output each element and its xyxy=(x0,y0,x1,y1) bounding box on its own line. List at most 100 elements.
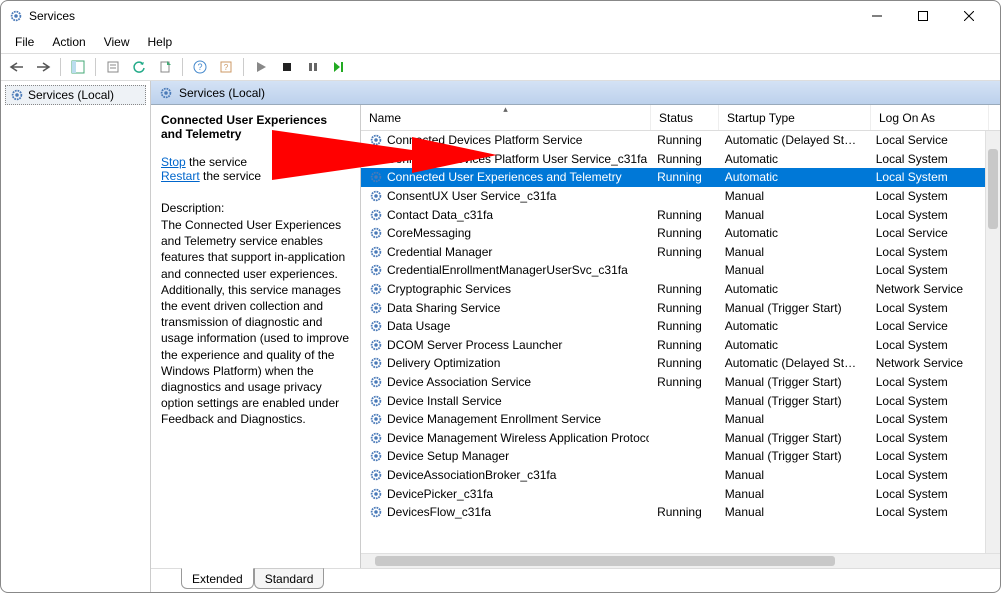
tab-standard[interactable]: Standard xyxy=(254,568,325,589)
restart-link[interactable]: Restart xyxy=(161,169,200,183)
cell-startup: Manual (Trigger Start) xyxy=(717,301,868,315)
cell-startup: Automatic xyxy=(717,152,868,166)
refresh-button[interactable] xyxy=(127,56,151,78)
maximize-button[interactable] xyxy=(900,1,946,31)
cell-status: Running xyxy=(649,319,717,333)
cell-status: Running xyxy=(649,152,717,166)
minimize-button[interactable] xyxy=(854,1,900,31)
cell-logon: Local System xyxy=(868,189,985,203)
cell-name: Data Sharing Service xyxy=(361,301,649,315)
show-hide-tree-button[interactable] xyxy=(66,56,90,78)
main-header: Services (Local) xyxy=(151,81,1000,105)
list-header: Name ▴ Status Startup Type Log On As xyxy=(361,105,1000,131)
service-row[interactable]: Device Management Enrollment ServiceManu… xyxy=(361,410,985,429)
horizontal-scrollbar[interactable] xyxy=(361,553,1000,568)
cell-logon: Local Service xyxy=(868,133,985,147)
column-logon[interactable]: Log On As xyxy=(871,105,989,130)
service-row[interactable]: Credential ManagerRunningManualLocal Sys… xyxy=(361,243,985,262)
service-name-text: ConsentUX User Service_c31fa xyxy=(387,189,556,203)
service-row[interactable]: DevicePicker_c31faManualLocal System xyxy=(361,484,985,503)
service-row[interactable]: Cryptographic ServicesRunningAutomaticNe… xyxy=(361,280,985,299)
export-button[interactable] xyxy=(153,56,177,78)
svg-text:?: ? xyxy=(224,63,229,72)
cell-name: Connected Devices Platform User Service_… xyxy=(361,152,649,166)
service-row[interactable]: Data Sharing ServiceRunningManual (Trigg… xyxy=(361,298,985,317)
stop-line: Stop the service xyxy=(161,155,350,169)
forward-button[interactable] xyxy=(31,56,55,78)
service-name-text: Connected Devices Platform Service xyxy=(387,133,582,147)
detail-pane: Connected User Experiences and Telemetry… xyxy=(151,105,361,568)
list-rows[interactable]: Connected Devices Platform Service Runnin… xyxy=(361,131,985,553)
gear-icon xyxy=(369,133,383,147)
scrollbar-thumb[interactable] xyxy=(988,149,998,229)
back-button[interactable] xyxy=(5,56,29,78)
menu-action[interactable]: Action xyxy=(44,33,93,51)
restart-service-button[interactable] xyxy=(327,56,351,78)
cell-logon: Local Service xyxy=(868,319,985,333)
service-row[interactable]: Delivery OptimizationRunningAutomatic (D… xyxy=(361,354,985,373)
start-service-button[interactable] xyxy=(249,56,273,78)
service-name-text: Connected Devices Platform User Service_… xyxy=(387,152,647,166)
stop-suffix: the service xyxy=(186,155,247,169)
toolbar-separator xyxy=(95,58,96,76)
properties-button[interactable] xyxy=(101,56,125,78)
cell-startup: Manual (Trigger Start) xyxy=(717,431,868,445)
service-row[interactable]: Connected Devices Platform ServiceRunnin… xyxy=(361,131,985,150)
cell-logon: Local System xyxy=(868,468,985,482)
cell-startup: Automatic xyxy=(717,338,868,352)
service-name-text: Contact Data_c31fa xyxy=(387,208,493,222)
service-row[interactable]: Device Management Wireless Application P… xyxy=(361,429,985,448)
cell-name: Device Install Service xyxy=(361,394,649,408)
column-startup[interactable]: Startup Type xyxy=(719,105,871,130)
service-row[interactable]: Contact Data_c31fa RunningManualLocal Sys… xyxy=(361,205,985,224)
stop-service-button[interactable] xyxy=(275,56,299,78)
main-body: Connected User Experiences and Telemetry… xyxy=(151,105,1000,568)
service-row[interactable]: Connected User Experiences and Telemetry… xyxy=(361,168,985,187)
cell-name: Delivery Optimization xyxy=(361,356,649,370)
menu-view[interactable]: View xyxy=(96,33,138,51)
menu-help[interactable]: Help xyxy=(140,33,181,51)
gear-icon xyxy=(369,226,383,240)
service-row[interactable]: Device Setup ManagerManual (Trigger Star… xyxy=(361,447,985,466)
service-row[interactable]: CredentialEnrollmentManagerUserSvc_c31fa… xyxy=(361,261,985,280)
service-row[interactable]: Device Association ServiceRunningManual … xyxy=(361,373,985,392)
gear-icon xyxy=(159,86,173,100)
help-topic-button[interactable]: ? xyxy=(214,56,238,78)
help-button[interactable]: ? xyxy=(188,56,212,78)
scrollbar-thumb[interactable] xyxy=(375,556,835,566)
column-status[interactable]: Status xyxy=(651,105,719,130)
menubar: File Action View Help xyxy=(1,31,1000,53)
tree-item-services-local[interactable]: Services (Local) xyxy=(5,85,146,105)
tab-extended[interactable]: Extended xyxy=(181,568,254,589)
service-row[interactable]: Device Install ServiceManual (Trigger St… xyxy=(361,391,985,410)
restart-suffix: the service xyxy=(200,169,261,183)
cell-name: ConsentUX User Service_c31fa xyxy=(361,189,649,203)
stop-link[interactable]: Stop xyxy=(161,155,186,169)
service-row[interactable]: DevicesFlow_c31faRunningManualLocal Syst… xyxy=(361,503,985,522)
cell-startup: Manual xyxy=(717,189,868,203)
cell-startup: Manual (Trigger Start) xyxy=(717,375,868,389)
vertical-scrollbar[interactable] xyxy=(985,131,1000,553)
restart-line: Restart the service xyxy=(161,169,350,183)
selected-service-name: Connected User Experiences and Telemetry xyxy=(161,113,350,141)
titlebar: Services xyxy=(1,1,1000,31)
service-row[interactable]: Connected Devices Platform User Service_… xyxy=(361,150,985,169)
service-row[interactable]: CoreMessagingRunningAutomaticLocal Servi… xyxy=(361,224,985,243)
column-name[interactable]: Name ▴ xyxy=(361,105,651,130)
cell-startup: Manual xyxy=(717,468,868,482)
toolbar: ? ? xyxy=(1,53,1000,81)
service-row[interactable]: Data UsageRunningAutomaticLocal Service xyxy=(361,317,985,336)
services-app-icon xyxy=(9,9,23,23)
service-row[interactable]: DCOM Server Process LauncherRunningAutom… xyxy=(361,336,985,355)
pause-service-button[interactable] xyxy=(301,56,325,78)
menu-file[interactable]: File xyxy=(7,33,42,51)
service-row[interactable]: DeviceAssociationBroker_c31faManualLocal… xyxy=(361,466,985,485)
cell-startup: Manual xyxy=(717,208,868,222)
cell-logon: Local System xyxy=(868,208,985,222)
cell-name: Data Usage xyxy=(361,319,649,333)
window-controls xyxy=(854,1,992,31)
close-button[interactable] xyxy=(946,1,992,31)
service-row[interactable]: ConsentUX User Service_c31fa ManualLocal … xyxy=(361,187,985,206)
cell-status: Running xyxy=(649,208,717,222)
cell-status: Running xyxy=(649,338,717,352)
